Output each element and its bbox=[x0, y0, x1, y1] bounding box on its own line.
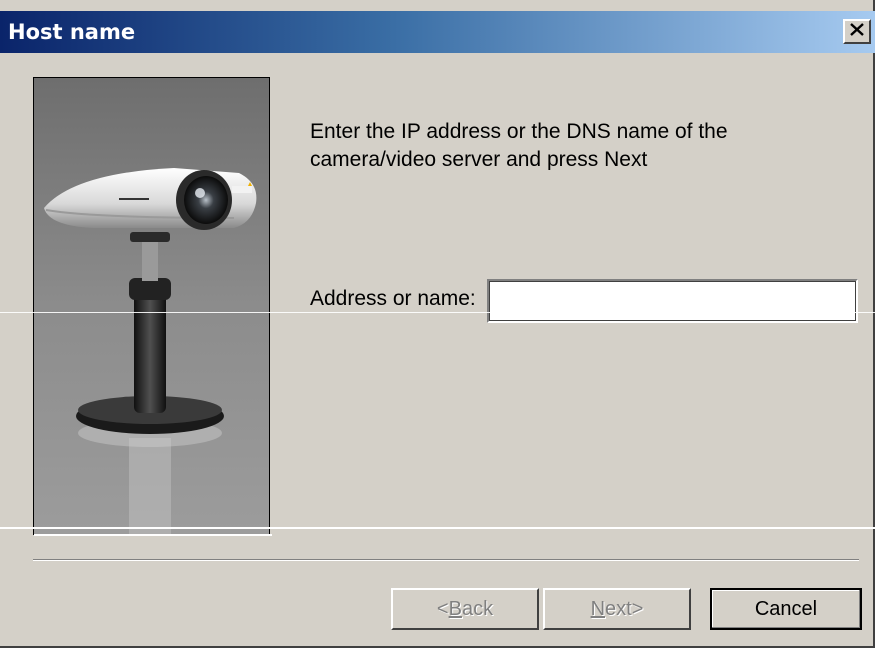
next-rest: ext bbox=[605, 597, 632, 620]
next-suffix: > bbox=[631, 597, 644, 620]
next-accel: N bbox=[590, 597, 606, 620]
host-name-dialog: Host name Enter the IP address or the DN… bbox=[0, 0, 875, 648]
back-accel: B bbox=[448, 597, 462, 620]
close-button[interactable] bbox=[843, 19, 871, 44]
image-frame-edge bbox=[34, 534, 272, 536]
back-button[interactable]: < Back bbox=[391, 588, 539, 630]
camera-image bbox=[33, 77, 270, 535]
back-rest: ack bbox=[461, 597, 494, 620]
close-icon bbox=[850, 22, 864, 41]
back-prefix: < bbox=[436, 597, 449, 620]
overlay-line-upper bbox=[0, 312, 875, 313]
cancel-button[interactable]: Cancel bbox=[710, 588, 862, 630]
address-label: Address or name: bbox=[310, 287, 476, 310]
button-separator bbox=[33, 559, 859, 561]
instruction-text: Enter the IP address or the DNS name of … bbox=[310, 120, 728, 170]
next-button[interactable]: Next > bbox=[543, 588, 691, 630]
address-input[interactable] bbox=[487, 279, 858, 323]
dialog-title: Host name bbox=[8, 20, 136, 44]
overlay-line-lower bbox=[0, 527, 875, 529]
